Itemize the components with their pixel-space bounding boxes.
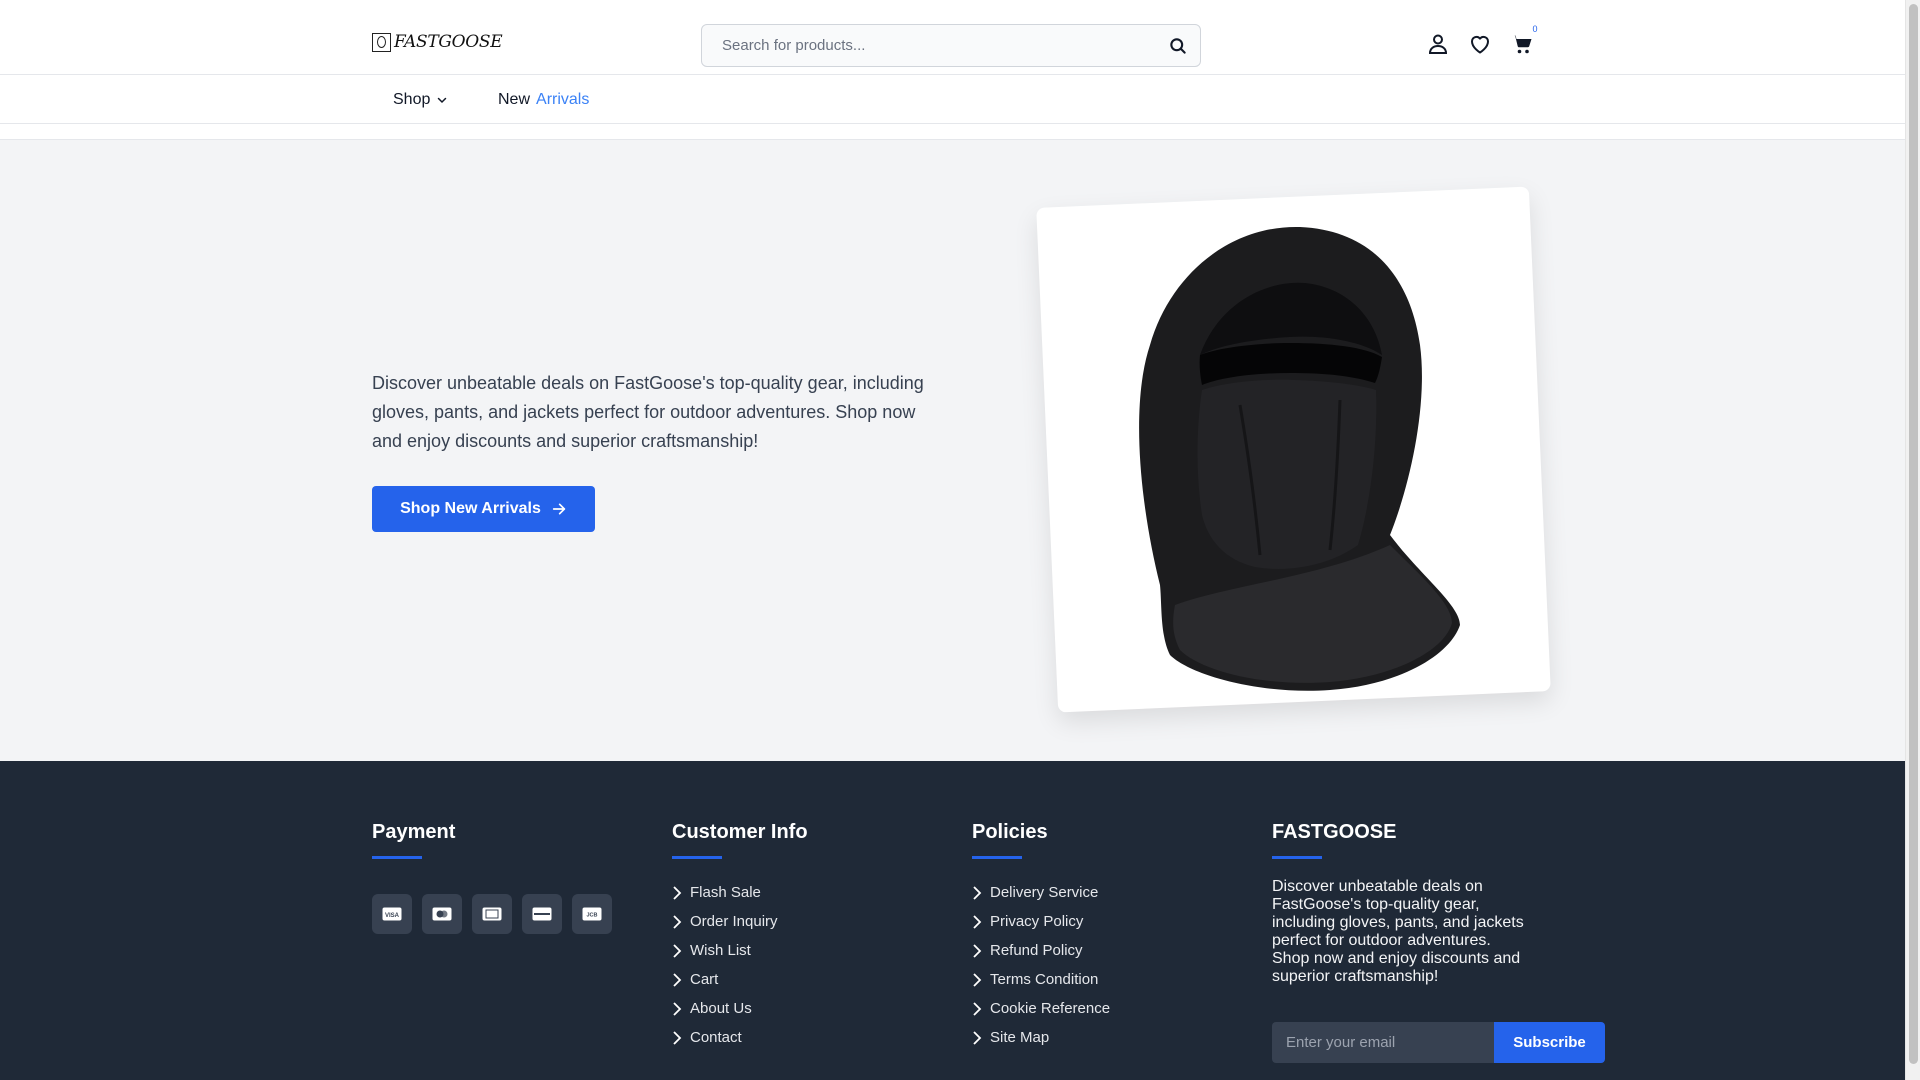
cart-button[interactable]: 0 (1510, 24, 1538, 56)
chevron-right-icon (673, 914, 682, 929)
nav-divider-strip (0, 124, 1905, 140)
cart-count-badge: 0 (1532, 24, 1538, 34)
chevron-right-icon (973, 1030, 982, 1045)
nav-arrivals-word2: Arrivals (536, 91, 590, 108)
payment-jcb[interactable]: JCB (572, 894, 612, 934)
chevron-right-icon (673, 885, 682, 900)
chevron-right-icon (673, 943, 682, 958)
footer-customer-info-column: Customer Info Flash Sale Order Inquiry W… (672, 821, 808, 1052)
payment-amex[interactable] (472, 894, 512, 934)
payment-mastercard[interactable] (422, 894, 462, 934)
wishlist-button[interactable] (1468, 32, 1492, 56)
footer-link-refund-policy[interactable]: Refund Policy (972, 936, 1110, 965)
chevron-right-icon (973, 972, 982, 987)
footer-payment-title: Payment (372, 821, 456, 843)
hero-section: Discover unbeatable deals on FastGoose's… (0, 140, 1905, 761)
footer-policies-title: Policies (972, 821, 1048, 843)
shop-new-arrivals-button[interactable]: Shop New Arrivals (372, 486, 595, 532)
footer-policies-column: Policies Delivery Service Privacy Policy… (972, 821, 1110, 1052)
footer-payment-column: Payment VISA JCB (372, 821, 612, 934)
account-button[interactable] (1426, 32, 1450, 56)
footer-link-contact[interactable]: Contact (672, 1023, 808, 1052)
chevron-right-icon (673, 1001, 682, 1016)
subscribe-button[interactable]: Subscribe (1494, 1022, 1605, 1063)
policies-links: Delivery Service Privacy Policy Refund P… (972, 878, 1110, 1052)
footer-link-privacy-policy[interactable]: Privacy Policy (972, 907, 1110, 936)
search-button[interactable] (1168, 36, 1188, 56)
scrollbar-thumb[interactable] (1909, 4, 1918, 1064)
arrow-right-icon (552, 503, 566, 515)
nav-shop-label: Shop (393, 91, 431, 108)
nav-new-arrivals[interactable]: New Arrivals (498, 91, 589, 109)
logo-text: FASTGOOSE (394, 32, 503, 52)
hero-cta-label: Shop New Arrivals (400, 500, 541, 517)
heart-icon (1470, 35, 1490, 54)
site-logo[interactable]: FASTGOOSE (372, 32, 503, 52)
footer-link-flash-sale[interactable]: Flash Sale (672, 878, 808, 907)
logo-mark-icon (372, 32, 391, 52)
svg-text:JCB: JCB (586, 913, 597, 919)
chevron-right-icon (673, 972, 682, 987)
payment-discover[interactable] (522, 894, 562, 934)
site-header: FASTGOOSE 0 (0, 0, 1905, 75)
search-bar (701, 24, 1201, 67)
payment-visa[interactable]: VISA (372, 894, 412, 934)
jcb-icon: JCB (582, 907, 602, 921)
footer-brand-description: Discover unbeatable deals on FastGoose's… (1272, 878, 1524, 985)
visa-icon: VISA (382, 907, 402, 921)
chevron-right-icon (673, 1030, 682, 1045)
balaclava-product-image[interactable] (1090, 205, 1490, 695)
footer-link-order-inquiry[interactable]: Order Inquiry (672, 907, 808, 936)
footer-link-delivery-service[interactable]: Delivery Service (972, 878, 1110, 907)
search-icon (1170, 38, 1186, 54)
hero-description: Discover unbeatable deals on FastGoose's… (372, 373, 924, 451)
chevron-right-icon (973, 943, 982, 958)
footer-brand-column: FASTGOOSE Discover unbeatable deals on F… (1272, 821, 1532, 986)
footer-title-underline (672, 856, 722, 859)
mastercard-icon (432, 907, 452, 921)
newsletter-form: Subscribe (1272, 1022, 1605, 1063)
chevron-down-icon (438, 97, 447, 104)
nav-arrivals-word1: New (498, 91, 531, 108)
nav-shop[interactable]: Shop (393, 91, 448, 109)
footer-title-underline (1272, 856, 1322, 859)
footer-link-site-map[interactable]: Site Map (972, 1023, 1110, 1052)
site-footer: Payment VISA JCB Customer Info Flash Sal… (0, 761, 1905, 1080)
main-nav: Shop New Arrivals (0, 75, 1905, 124)
header-actions: 0 (1426, 24, 1538, 56)
footer-brand-title: FASTGOOSE (1272, 821, 1397, 843)
footer-link-cookie-reference[interactable]: Cookie Reference (972, 994, 1110, 1023)
footer-title-underline (372, 856, 422, 859)
chevron-right-icon (973, 914, 982, 929)
discover-icon (532, 907, 552, 921)
search-input[interactable] (702, 25, 1142, 66)
footer-link-cart[interactable]: Cart (672, 965, 808, 994)
newsletter-email-input[interactable] (1272, 1022, 1494, 1063)
amex-icon (482, 907, 502, 921)
user-icon (1428, 34, 1448, 54)
footer-title-underline (972, 856, 1022, 859)
footer-link-terms-condition[interactable]: Terms Condition (972, 965, 1110, 994)
page-scrollbar[interactable] (1905, 0, 1920, 1080)
svg-text:VISA: VISA (385, 913, 400, 919)
footer-customer-info-title: Customer Info (672, 821, 808, 843)
chevron-right-icon (973, 1001, 982, 1016)
customer-info-links: Flash Sale Order Inquiry Wish List Cart … (672, 878, 808, 1052)
footer-link-wish-list[interactable]: Wish List (672, 936, 808, 965)
payment-methods: VISA JCB (372, 894, 612, 934)
footer-link-about-us[interactable]: About Us (672, 994, 808, 1023)
page: FASTGOOSE 0 Shop New (0, 0, 1905, 1080)
chevron-right-icon (973, 885, 982, 900)
